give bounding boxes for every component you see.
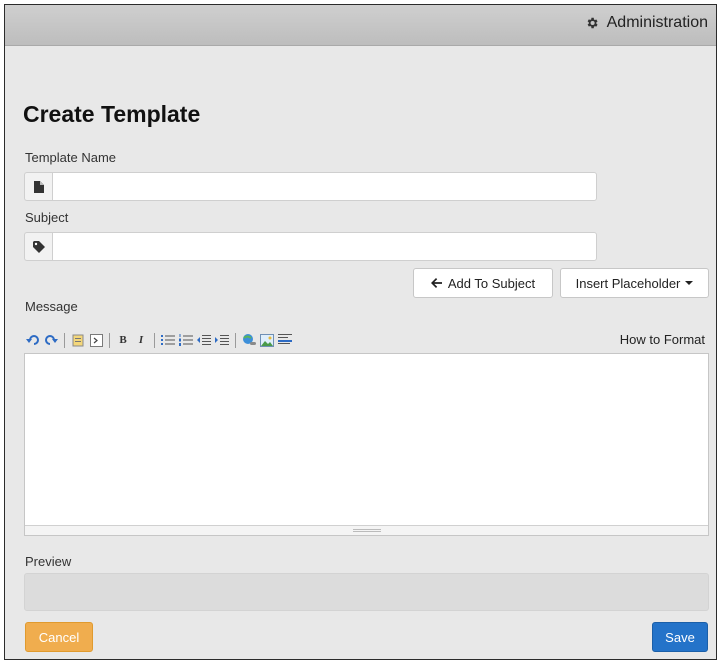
- toolbar-separator: [109, 332, 110, 348]
- top-bar: Administration: [5, 5, 716, 46]
- gear-icon: [587, 17, 598, 29]
- create-template-window: Administration Create Template Template …: [4, 4, 717, 660]
- template-name-label: Template Name: [25, 150, 117, 165]
- bold-icon[interactable]: B: [115, 332, 131, 348]
- message-editor-area[interactable]: [25, 354, 708, 525]
- save-button[interactable]: Save: [652, 622, 708, 652]
- add-to-subject-button[interactable]: Add To Subject: [413, 268, 553, 298]
- outdent-icon[interactable]: [196, 332, 212, 348]
- italic-icon[interactable]: I: [133, 332, 149, 348]
- template-name-group: [24, 172, 597, 201]
- paste-icon[interactable]: [70, 332, 86, 348]
- editor-toolbar: B I: [25, 330, 295, 350]
- indent-icon[interactable]: [214, 332, 230, 348]
- template-name-input[interactable]: [52, 172, 597, 201]
- source-icon[interactable]: [88, 332, 104, 348]
- subject-label: Subject: [25, 210, 69, 225]
- chevron-down-icon: [685, 281, 694, 285]
- add-to-subject-label: Add To Subject: [447, 275, 536, 291]
- file-icon: [24, 172, 52, 201]
- tag-icon: [24, 232, 52, 261]
- message-editor[interactable]: [24, 353, 709, 536]
- administration-label: Administration: [606, 14, 708, 31]
- image-icon[interactable]: [259, 332, 275, 348]
- toolbar-separator: [235, 332, 236, 348]
- administration-menu[interactable]: Administration: [585, 14, 708, 32]
- toolbar-separator: [64, 332, 65, 348]
- subject-group: [24, 232, 597, 261]
- editor-resize-handle[interactable]: [25, 525, 708, 535]
- link-icon[interactable]: [241, 332, 257, 348]
- redo-icon[interactable]: [43, 332, 59, 348]
- preview-label: Preview: [25, 554, 72, 569]
- page-title: Create Template: [23, 101, 201, 127]
- resize-grip-icon: [352, 529, 381, 532]
- cancel-button[interactable]: Cancel: [25, 622, 93, 652]
- how-to-format-link[interactable]: How to Format: [620, 332, 705, 347]
- insert-placeholder-label: Insert Placeholder: [575, 275, 681, 291]
- bulleted-list-icon[interactable]: [160, 332, 176, 348]
- numbered-list-icon[interactable]: [178, 332, 194, 348]
- arrow-left-icon: [430, 278, 442, 288]
- toolbar-separator: [154, 332, 155, 348]
- preview-box: [24, 573, 709, 611]
- insert-placeholder-button[interactable]: Insert Placeholder: [560, 268, 709, 298]
- message-label: Message: [25, 299, 78, 314]
- undo-icon[interactable]: [25, 332, 41, 348]
- horizontal-rule-icon[interactable]: [277, 332, 293, 348]
- subject-input[interactable]: [52, 232, 597, 261]
